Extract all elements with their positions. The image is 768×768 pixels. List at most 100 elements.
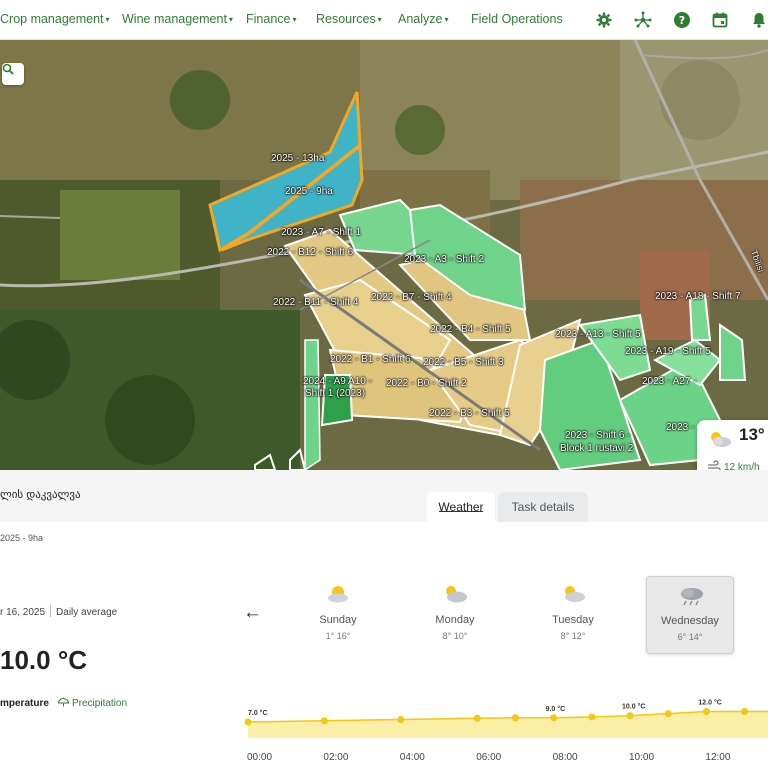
field-label: Block 1 rustavi 2 bbox=[560, 443, 634, 454]
chart-tick-label: 02:00 bbox=[323, 752, 349, 763]
sun-cloud-icon bbox=[711, 432, 731, 447]
tree-cluster bbox=[395, 105, 445, 155]
chart-tick-label: 06:00 bbox=[476, 752, 502, 763]
satellite-map[interactable]: 2025 - 13ha 2025 - 9ha 2023 - A7 - Shift… bbox=[0, 40, 768, 470]
chart-data-label: 10.0 °C bbox=[622, 703, 645, 711]
tree-cluster bbox=[105, 375, 195, 465]
chevron-down-icon: ▾ bbox=[228, 15, 233, 24]
chart-point[interactable] bbox=[741, 708, 749, 715]
chevron-down-icon: ▾ bbox=[444, 15, 449, 24]
search-icon bbox=[2, 63, 14, 75]
field-2023-strip[interactable] bbox=[304, 339, 321, 470]
field-label: 2023 - bbox=[666, 422, 695, 433]
date-line: r 16, 2025 Daily average bbox=[0, 605, 117, 618]
nav-label: Finance bbox=[246, 12, 291, 26]
map-canvas[interactable] bbox=[0, 40, 768, 470]
chart-tick-label: 10:00 bbox=[629, 752, 655, 763]
wind-icon bbox=[708, 460, 721, 470]
chevron-down-icon: ▾ bbox=[105, 15, 110, 24]
chart-tick-label: 08:00 bbox=[552, 752, 578, 763]
chart-point[interactable] bbox=[320, 717, 328, 725]
chart-data-label: 9.0 °C bbox=[546, 705, 566, 713]
village-area bbox=[660, 60, 740, 140]
rain-cloud-icon bbox=[681, 588, 703, 606]
day-card-sunday[interactable]: Sunday 1° 16° bbox=[294, 576, 382, 654]
gear-icon[interactable] bbox=[595, 11, 613, 29]
day-range: 1° 16° bbox=[325, 631, 351, 641]
chart-point[interactable] bbox=[626, 712, 634, 720]
help-icon[interactable]: ? bbox=[673, 11, 691, 29]
terrain-patch bbox=[60, 190, 180, 280]
day-range: 8° 12° bbox=[560, 631, 586, 641]
field-label: 2025 - 13ha bbox=[271, 153, 325, 164]
nav-resources[interactable]: Resources ▾ bbox=[316, 12, 382, 26]
map-weather-card[interactable]: 13° 12 km/h bbox=[697, 420, 768, 470]
nav-analyze[interactable]: Analyze ▾ bbox=[398, 12, 449, 26]
nav-label: Crop management bbox=[0, 12, 104, 26]
field-label: 2023 - A7 - Shift 1 bbox=[281, 227, 362, 238]
chart-point[interactable] bbox=[702, 708, 710, 715]
chart-point[interactable] bbox=[244, 718, 252, 726]
selected-date: r 16, 2025 bbox=[0, 607, 46, 618]
day-range: 6° 14° bbox=[677, 632, 703, 642]
bell-icon[interactable] bbox=[750, 11, 768, 29]
chart-point[interactable] bbox=[473, 714, 481, 722]
field-label: 2023 - A13 - Shift 5 bbox=[555, 329, 641, 340]
calendar-icon[interactable] bbox=[711, 11, 729, 29]
chart-data-label: 7.0 °C bbox=[248, 709, 268, 717]
day-card-wednesday[interactable]: Wednesday 6° 14° bbox=[646, 576, 734, 654]
nav-label: Wine management bbox=[122, 12, 227, 26]
map-weather-temp: 13° bbox=[739, 425, 765, 444]
panel-header bbox=[0, 470, 768, 522]
field-label: 2022 - B12 - Shift 6 bbox=[267, 247, 354, 258]
chart-tick-label: 12:00 bbox=[705, 752, 731, 763]
chart-point[interactable] bbox=[397, 715, 405, 723]
current-temperature: 10.0 °C bbox=[0, 645, 88, 675]
nav-label: Resources bbox=[316, 12, 376, 26]
svg-text:?: ? bbox=[679, 14, 685, 27]
field-label: Shift 1 (2023) bbox=[305, 388, 366, 399]
day-card-monday[interactable]: Monday 8° 10° bbox=[411, 576, 499, 654]
map-search-button[interactable] bbox=[2, 63, 24, 85]
chart-data-label: 12.0 °C bbox=[698, 699, 721, 707]
field-label: 2022 - B0 - Shift 2 bbox=[386, 378, 467, 389]
chart-point[interactable] bbox=[550, 714, 558, 722]
chart-area bbox=[248, 711, 768, 738]
nav-crop-management[interactable]: Crop management ▾ bbox=[0, 12, 110, 26]
day-name: Wednesday bbox=[661, 615, 719, 627]
back-arrow-button[interactable]: ← bbox=[243, 602, 262, 624]
tab-task-details[interactable]: Task details bbox=[498, 492, 588, 522]
nav-label: Field Operations bbox=[471, 12, 563, 26]
field-label: 2022 - B3 - Shift 5 bbox=[429, 408, 510, 419]
chart-point[interactable] bbox=[511, 714, 519, 722]
field-label: 2025 - 9ha bbox=[285, 186, 333, 197]
day-range: 8° 10° bbox=[442, 631, 468, 641]
chevron-down-icon: ▾ bbox=[377, 15, 382, 24]
selected-field-name: 2025 - 9ha bbox=[0, 533, 44, 543]
nav-field-operations[interactable]: Field Operations bbox=[471, 12, 563, 26]
field-label: 2022 - B7 - Shift 4 bbox=[371, 292, 452, 303]
nav-wine-management[interactable]: Wine management ▾ bbox=[122, 12, 233, 26]
sun-cloud-icon bbox=[565, 586, 585, 602]
date-mode: Daily average bbox=[56, 607, 118, 618]
top-nav: Crop management ▾ Wine management ▾ Financ… bbox=[0, 0, 768, 40]
field-label: 2022 - B4 - Shift 5 bbox=[430, 324, 511, 335]
chevron-down-icon: ▾ bbox=[292, 15, 297, 24]
network-icon[interactable] bbox=[634, 11, 652, 29]
divider bbox=[50, 605, 52, 617]
chart-point[interactable] bbox=[588, 713, 596, 721]
chart-tick-label: 00:00 bbox=[247, 752, 273, 763]
day-card-tuesday[interactable]: Tuesday 8° 12° bbox=[529, 576, 617, 654]
day-name: Tuesday bbox=[552, 614, 594, 626]
field-label: 2023 - A18 - Shift 7 bbox=[655, 291, 741, 302]
tree-cluster bbox=[170, 70, 230, 130]
nav-label: Analyze bbox=[398, 12, 443, 26]
tab-weather[interactable]: Weather bbox=[427, 492, 495, 522]
chart-point[interactable] bbox=[664, 710, 672, 718]
chart-tick-label: 04:00 bbox=[399, 752, 425, 763]
field-label: 2022 - B1 - Shift 6 bbox=[330, 354, 411, 365]
map-weather-wind: 12 km/h bbox=[724, 462, 760, 470]
nav-finance[interactable]: Finance ▾ bbox=[246, 12, 297, 26]
sun-cloud-icon bbox=[328, 586, 348, 603]
panel-title: ლის დაკვალვა bbox=[0, 489, 81, 501]
